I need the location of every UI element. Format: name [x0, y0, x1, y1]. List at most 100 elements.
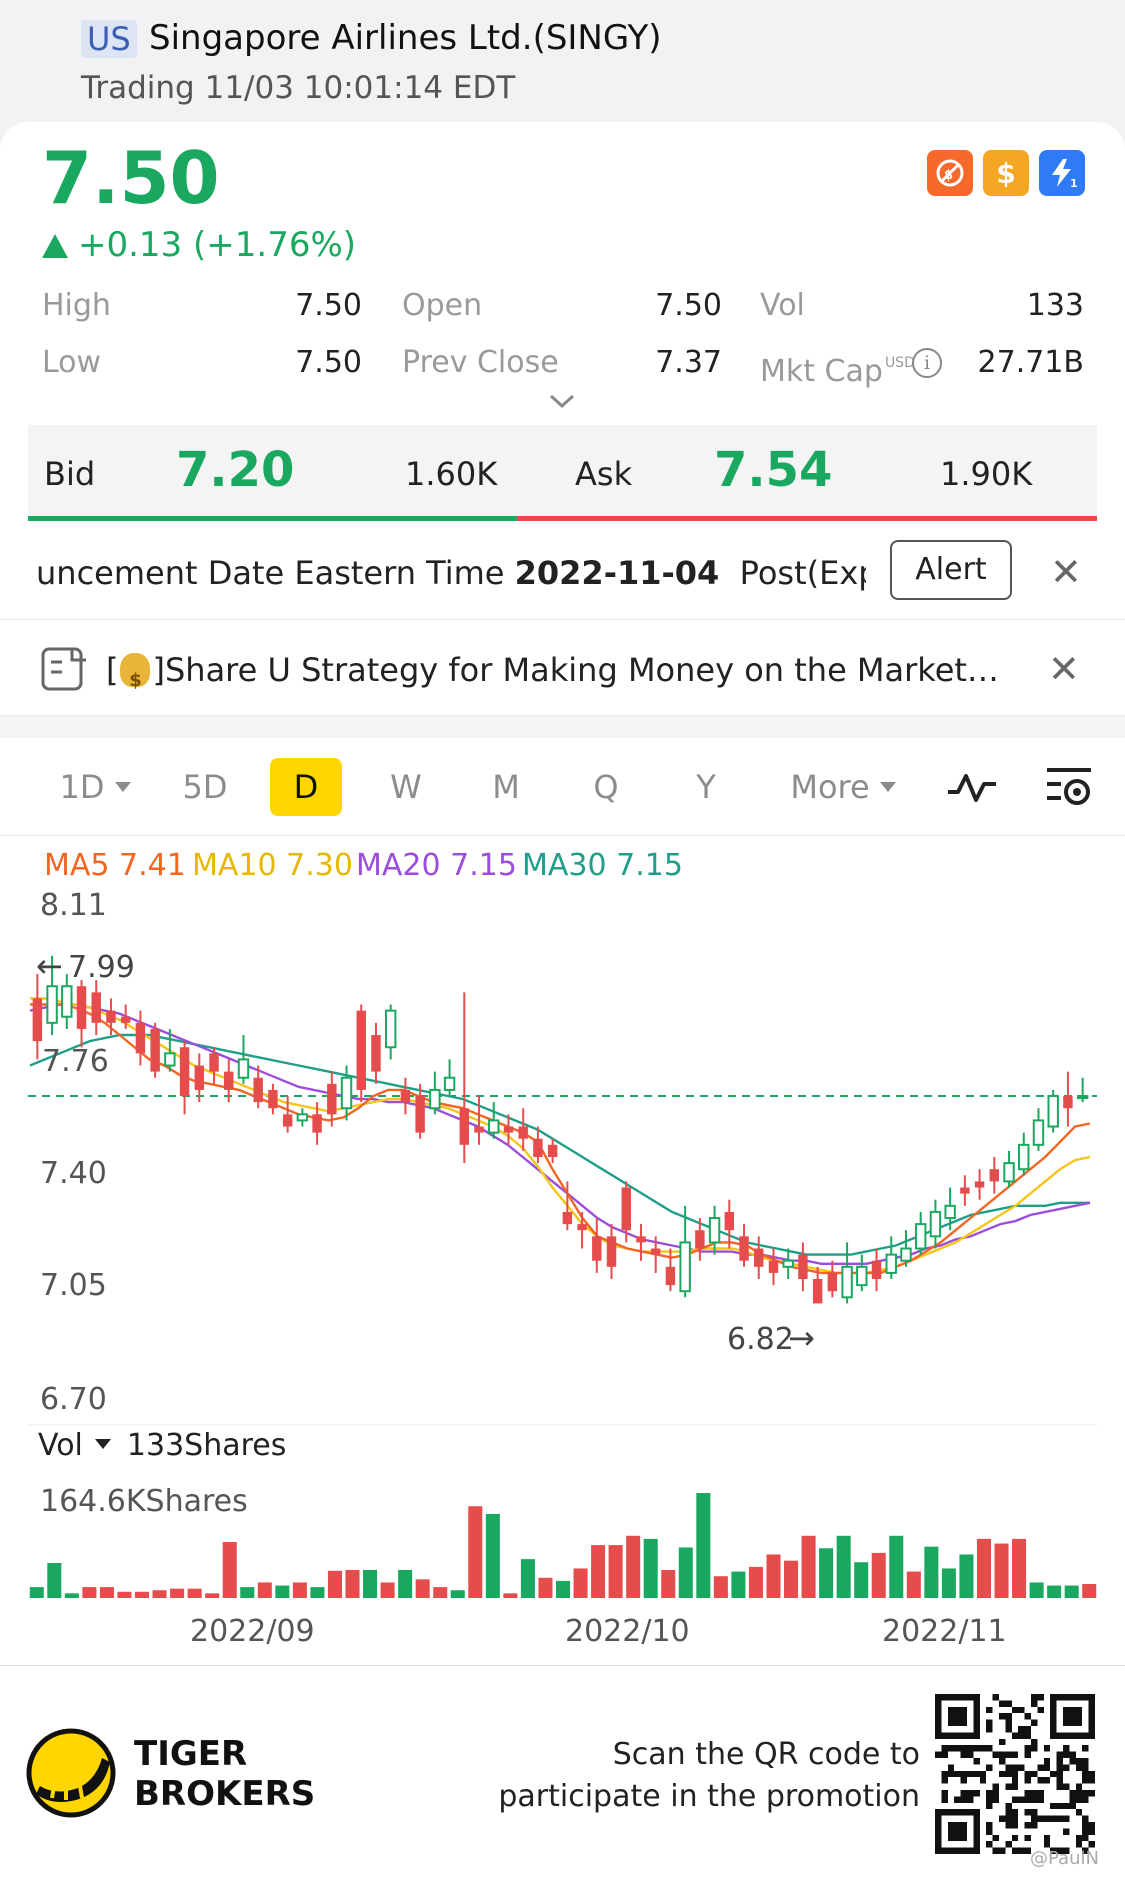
volume-bar	[135, 1591, 150, 1598]
lightning-icon[interactable]: 1	[1039, 150, 1085, 196]
qr-module	[947, 1745, 955, 1752]
qr-code[interactable]	[935, 1694, 1095, 1854]
volume-bar	[468, 1506, 483, 1598]
qr-module	[986, 1841, 993, 1848]
open-value: 7.50	[655, 288, 722, 323]
qr-module	[941, 1796, 948, 1803]
candle-body	[32, 998, 43, 1042]
left-arrow-icon: ←	[36, 947, 63, 985]
bid-label: Bid	[44, 455, 96, 493]
qr-module	[967, 1770, 974, 1778]
tab-w[interactable]: W	[370, 758, 442, 816]
y-tick-label: 8.11	[40, 888, 107, 923]
volume-bar	[748, 1566, 763, 1598]
alert-button[interactable]: Alert	[890, 540, 1012, 600]
candle-body	[827, 1272, 838, 1292]
volume-bar	[906, 1571, 921, 1598]
volume-bar	[626, 1535, 641, 1598]
qr-module	[1031, 1822, 1038, 1829]
candle-body	[474, 1126, 484, 1133]
chevron-down-icon[interactable]	[548, 392, 576, 410]
tab-y[interactable]: Y	[670, 758, 742, 816]
volume-bar	[82, 1587, 97, 1598]
qr-module	[1082, 1777, 1089, 1784]
volume-bar	[731, 1571, 746, 1598]
candle-body	[1032, 1119, 1045, 1146]
candle-body	[989, 1169, 1000, 1182]
tab-d[interactable]: D	[270, 758, 342, 816]
volume-header[interactable]: Vol 133Shares	[38, 1426, 286, 1466]
qr-module	[954, 1796, 961, 1803]
qr-module	[1018, 1706, 1025, 1714]
volume-bar	[240, 1587, 255, 1598]
qr-module	[973, 1770, 980, 1778]
candle-body	[547, 1144, 558, 1158]
qr-module	[986, 1822, 993, 1829]
qr-module	[1024, 1770, 1031, 1778]
qr-finder	[1063, 1706, 1083, 1726]
qr-module	[1069, 1751, 1076, 1758]
qr-module	[1005, 1713, 1012, 1720]
volume-bar	[854, 1562, 869, 1598]
volume-bar	[380, 1582, 395, 1598]
qr-module	[941, 1770, 948, 1778]
dollar-icon[interactable]: $	[983, 150, 1029, 196]
mkt-cap-currency: USD	[884, 355, 915, 371]
volume-bar	[503, 1593, 518, 1598]
quote-badges: $ $ 1	[927, 150, 1085, 196]
chart-settings-icon[interactable]	[1045, 766, 1093, 810]
qr-module	[1037, 1764, 1044, 1771]
volume-bar	[941, 1568, 956, 1598]
qr-module	[947, 1764, 955, 1771]
qr-module	[1005, 1841, 1012, 1848]
close-share-icon[interactable]: ✕	[1048, 649, 1080, 689]
qr-module	[1063, 1764, 1070, 1771]
qr-module	[1075, 1796, 1083, 1803]
qr-module	[1011, 1783, 1019, 1790]
qr-finder	[947, 1706, 967, 1726]
money-bag-icon: $	[120, 653, 151, 691]
candle-body	[650, 1248, 661, 1255]
qr-module	[992, 1847, 999, 1854]
tab-m[interactable]: M	[470, 758, 542, 816]
brand-name-line1: TIGER	[134, 1734, 248, 1774]
qr-module	[1082, 1758, 1089, 1765]
qr-module	[967, 1745, 974, 1752]
qr-module	[1037, 1796, 1044, 1803]
volume-bar	[1047, 1585, 1062, 1598]
qr-module	[960, 1745, 967, 1752]
qr-module	[1063, 1783, 1070, 1790]
volume-bar	[801, 1535, 816, 1598]
candlestick-chart[interactable]	[0, 880, 1125, 1660]
close-announcement-icon[interactable]: ✕	[1050, 552, 1082, 592]
tab-q[interactable]: Q	[570, 758, 642, 816]
volume-bar	[976, 1538, 991, 1598]
candle-body	[592, 1236, 602, 1261]
qr-module	[1005, 1764, 1012, 1771]
qr-finder	[947, 1822, 967, 1842]
no-shorting-icon[interactable]: $	[927, 150, 973, 196]
candle-body	[812, 1279, 823, 1304]
candle-body	[841, 1265, 853, 1299]
qr-module	[1024, 1726, 1031, 1733]
price-change: +0.13 (+1.76%)	[42, 222, 356, 268]
dropdown-icon	[114, 782, 131, 792]
ask-volume-bar	[517, 516, 1097, 521]
tab-5d[interactable]: 5D	[170, 758, 240, 816]
tab-more[interactable]: More	[778, 758, 908, 816]
indicator-icon[interactable]	[946, 770, 998, 806]
info-icon[interactable]: i	[912, 348, 942, 378]
qr-module	[986, 1745, 993, 1752]
volume-bar	[591, 1545, 606, 1598]
tab-1d[interactable]: 1D	[50, 758, 140, 816]
qr-module	[1037, 1706, 1044, 1714]
qr-module	[1005, 1822, 1012, 1829]
qr-module	[960, 1770, 967, 1778]
qr-module	[1088, 1790, 1095, 1797]
volume-bar	[398, 1570, 413, 1598]
qr-module	[986, 1802, 993, 1810]
qr-module	[973, 1758, 980, 1765]
candle-body	[91, 992, 101, 1023]
candle-body	[76, 986, 87, 1029]
qr-module	[1050, 1802, 1057, 1810]
